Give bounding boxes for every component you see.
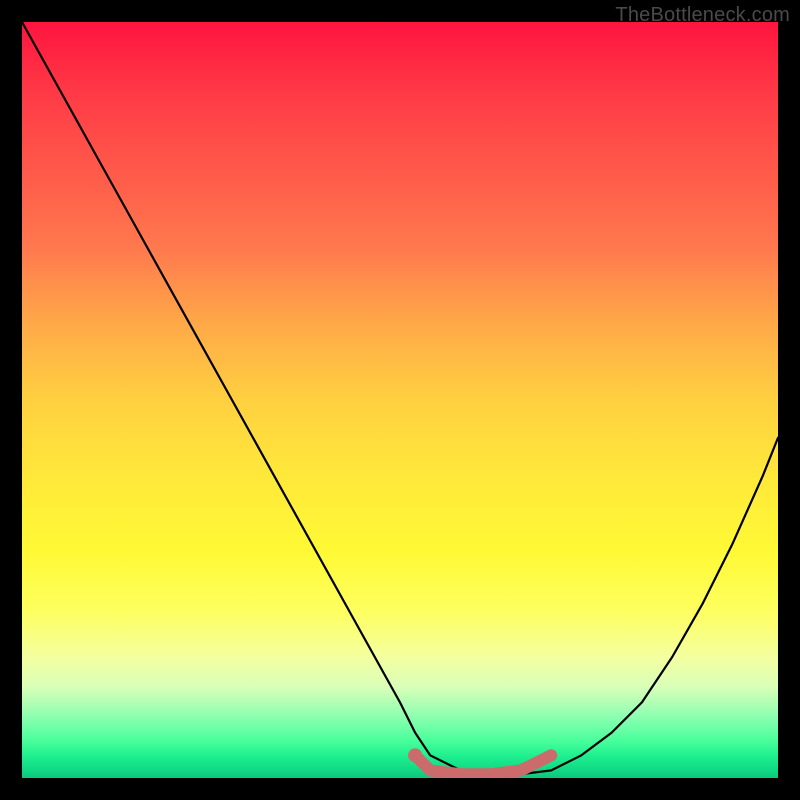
bottleneck-chart <box>22 22 778 778</box>
chart-area <box>22 22 778 778</box>
bottleneck-curve-line <box>22 22 778 774</box>
optimal-start-dot <box>408 748 422 762</box>
watermark-text: TheBottleneck.com <box>615 4 790 27</box>
